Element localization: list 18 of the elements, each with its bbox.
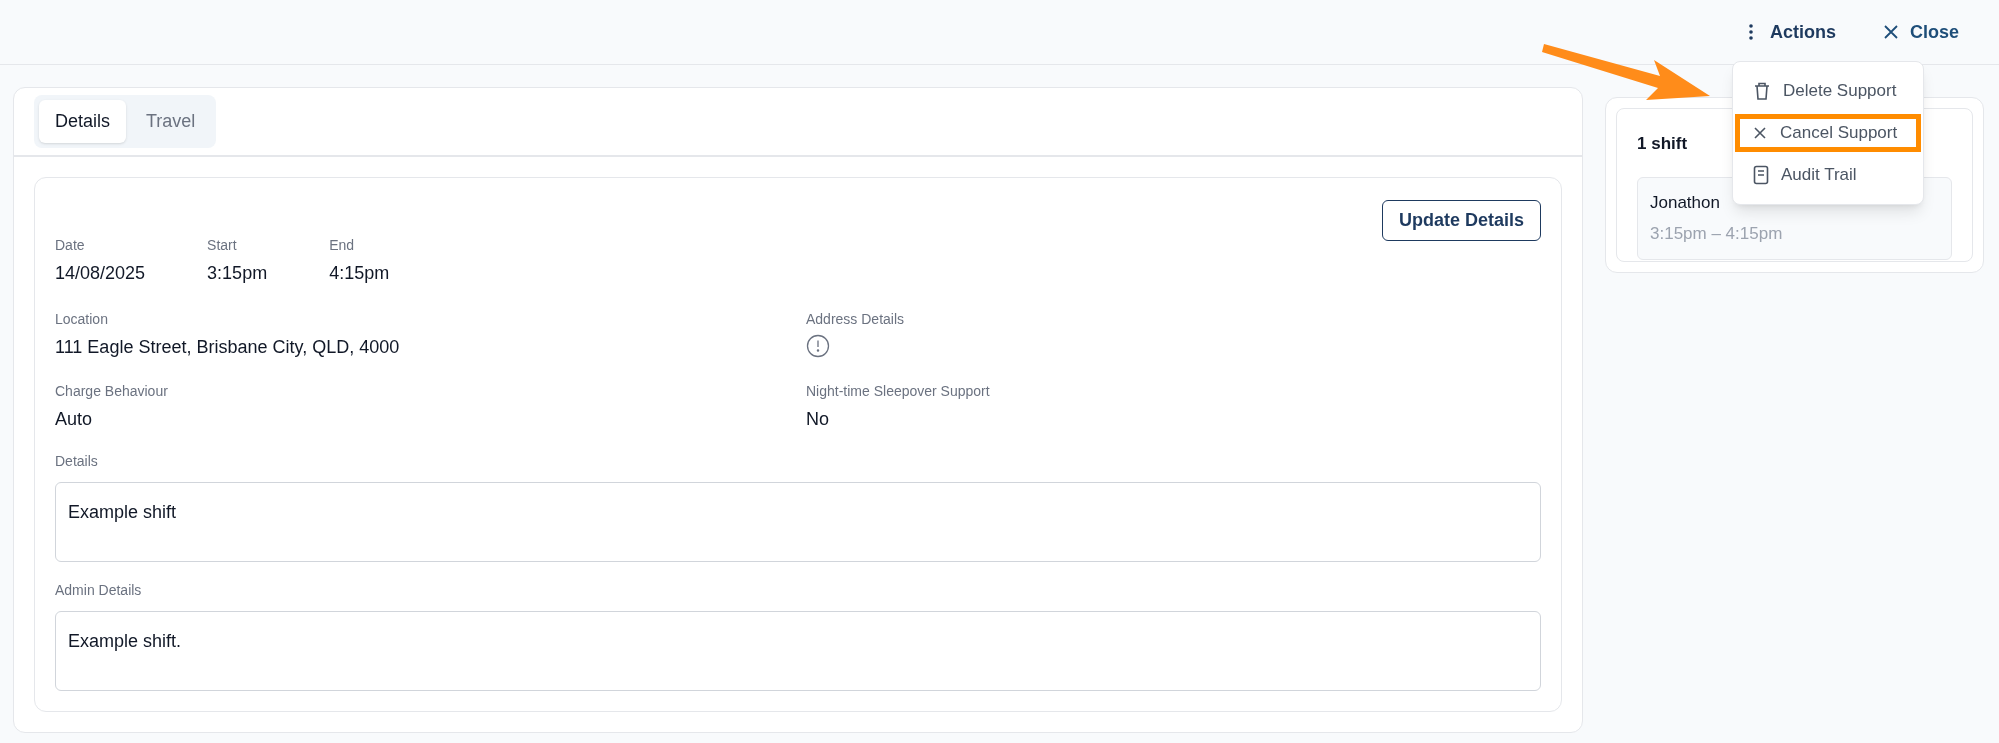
field-value: 111 Eagle Street, Brisbane City, QLD, 4000 <box>55 336 401 359</box>
field-value: Auto <box>55 408 94 431</box>
shift-time: 3:15pm – 4:15pm <box>1650 223 1784 245</box>
shift-name: Jonathon <box>1650 191 1721 214</box>
shift-count: 1 shift <box>1637 134 1688 153</box>
field-label: Night-time Sleepover Support <box>806 382 991 401</box>
field-label: Details <box>55 452 99 471</box>
field-value: 3:15pm <box>207 262 268 285</box>
field-label: End <box>329 236 356 255</box>
field-value: No <box>806 408 830 431</box>
field-label: Location <box>55 310 109 329</box>
field-label: Admin Details <box>55 581 143 600</box>
field-label: Address Details <box>806 310 906 329</box>
field-value: 14/08/2025 <box>55 262 146 285</box>
field-label: Start <box>207 236 238 255</box>
field-label: Charge Behaviour <box>55 382 169 401</box>
field-value: 4:15pm <box>329 262 390 285</box>
field-label: Date <box>55 236 86 255</box>
